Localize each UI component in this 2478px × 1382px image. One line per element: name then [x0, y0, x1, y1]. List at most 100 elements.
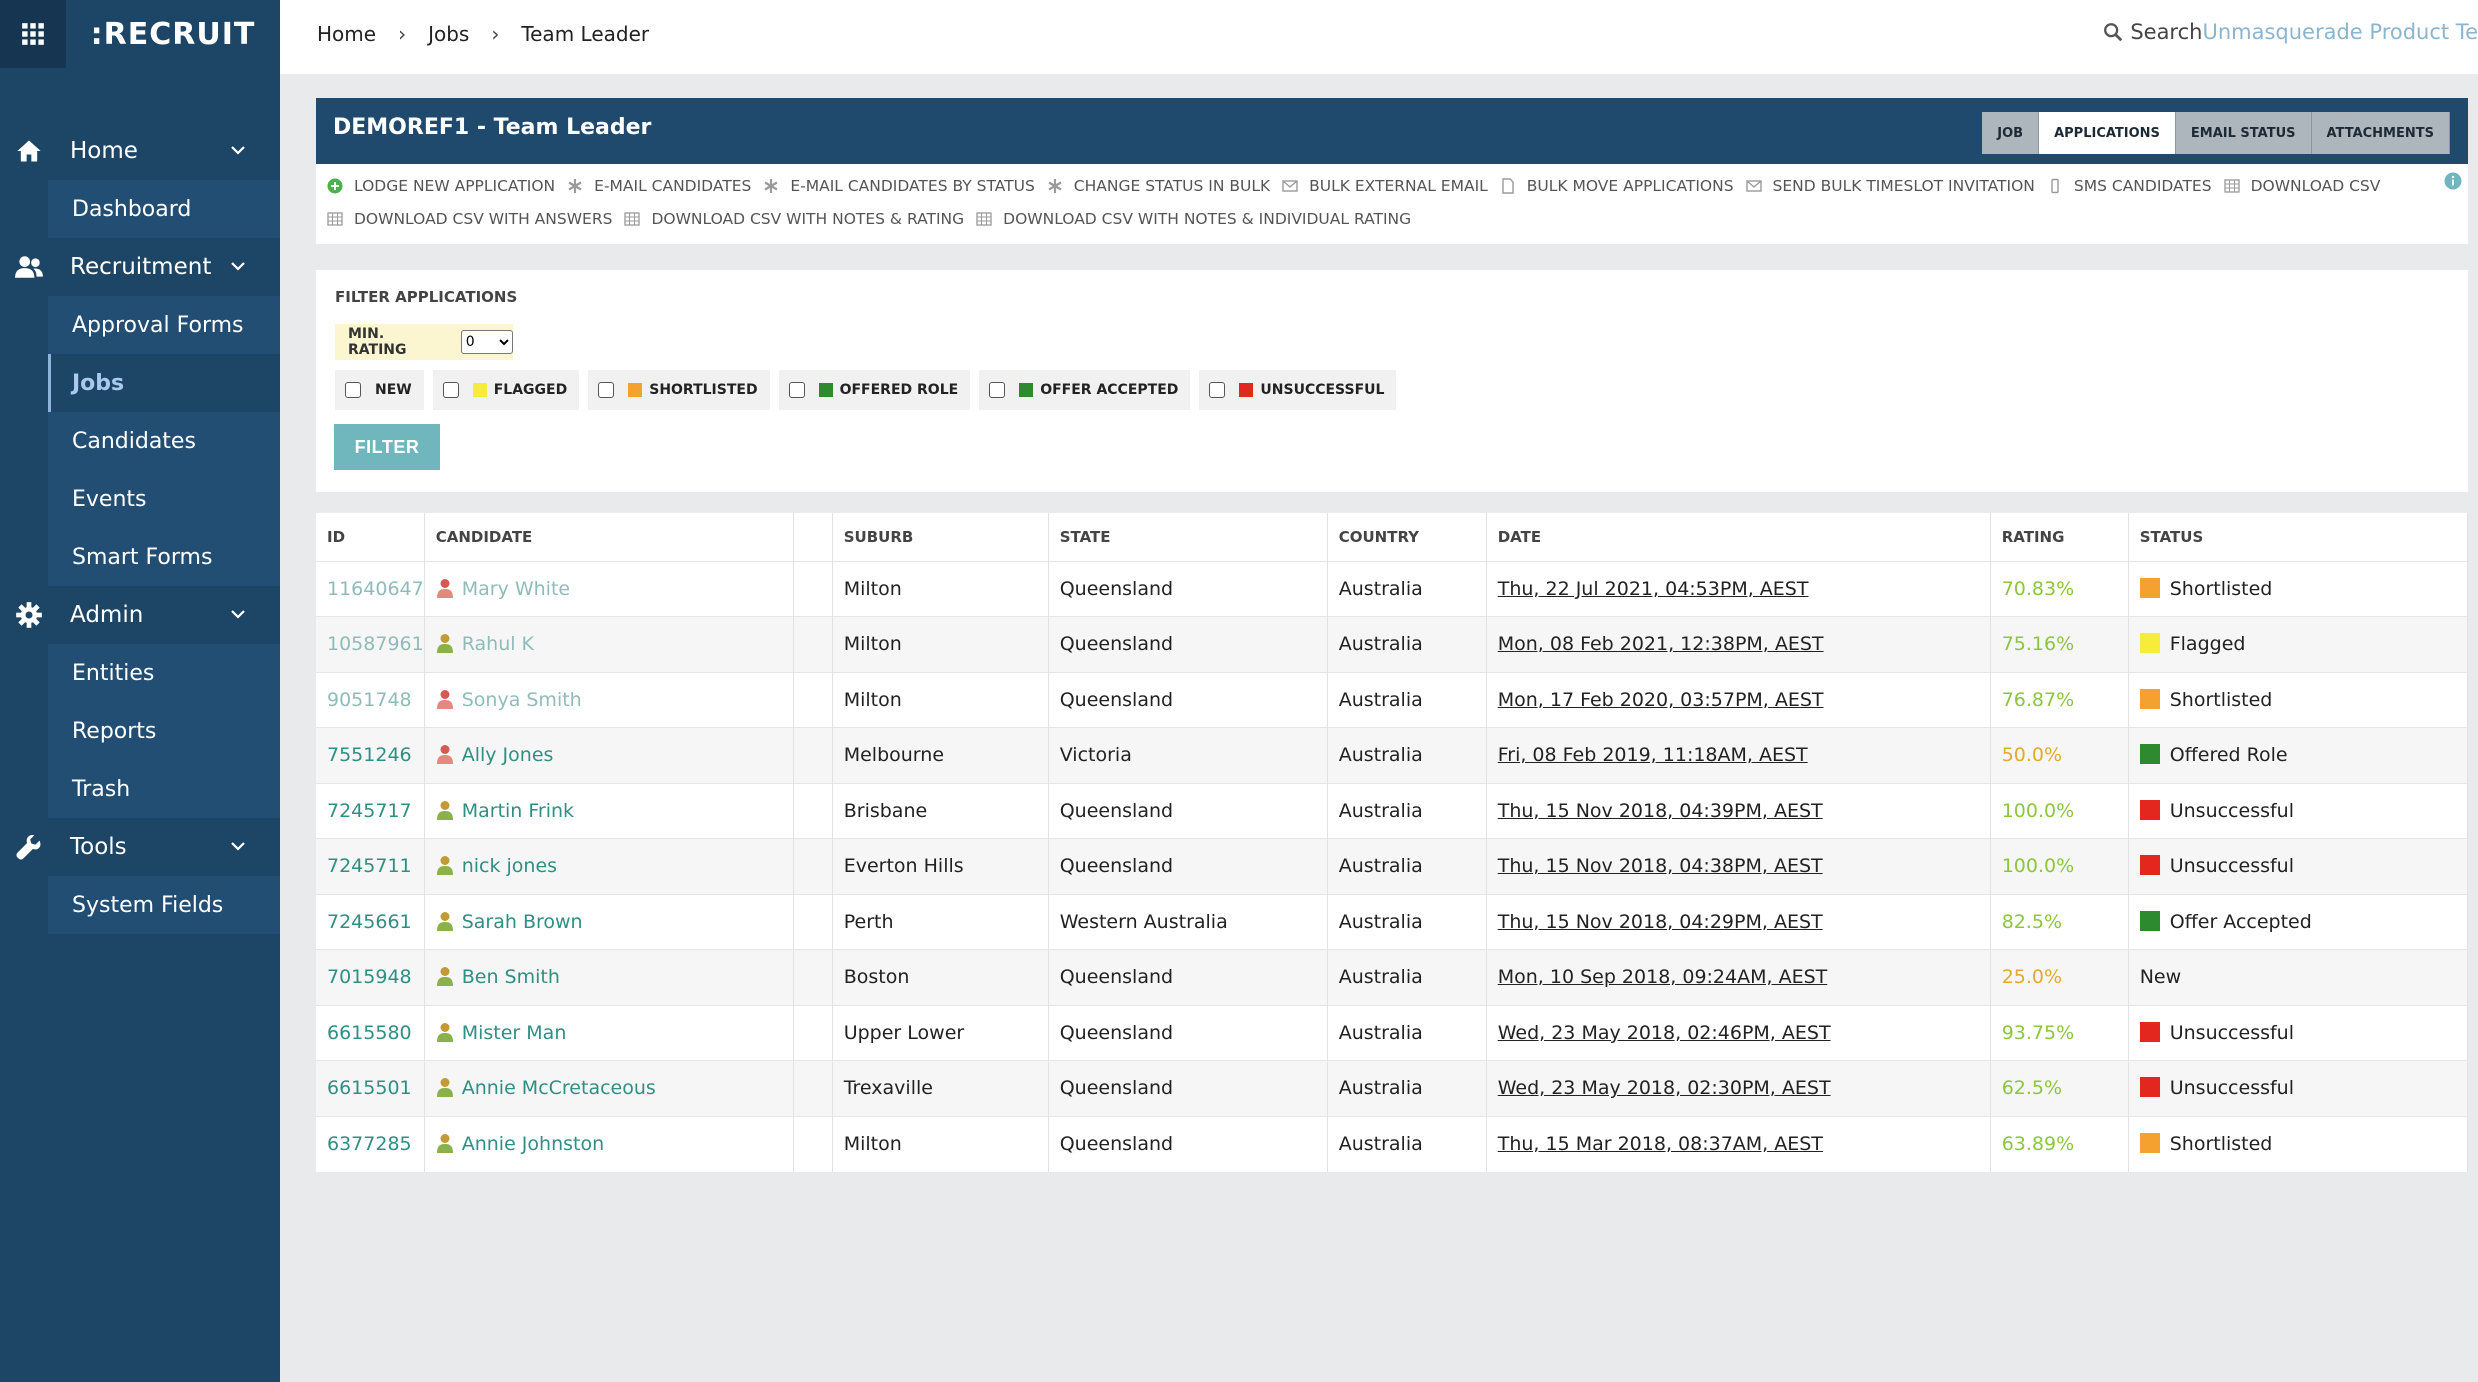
tab-job[interactable]: JOB — [1982, 112, 2040, 154]
global-search[interactable]: Search Unmasquerade Product Te — [2102, 20, 2478, 44]
candidate-link[interactable]: Annie McCretaceous — [436, 1077, 656, 1099]
candidate-link[interactable]: Mister Man — [436, 1022, 566, 1044]
action-change-status-in-bulk[interactable]: CHANGE STATUS IN BULK — [1047, 177, 1270, 195]
nav-section-home[interactable]: Home — [0, 122, 280, 180]
action-download-csv[interactable]: DOWNLOAD CSV — [2223, 177, 2380, 195]
project-switcher[interactable]: Unmasquerade Product Te — [2202, 20, 2478, 44]
chevron-down-icon[interactable] — [230, 258, 246, 274]
cell-blank — [793, 727, 833, 783]
column-header-rating[interactable]: RATING — [1990, 513, 2129, 561]
application-id-link[interactable]: 7551246 — [327, 744, 412, 766]
action-download-csv-with-notes-and-individual-rating[interactable]: DOWNLOAD CSV WITH NOTES & INDIVIDUAL RAT… — [976, 210, 1411, 228]
action-e-mail-candidates-by-status[interactable]: E-MAIL CANDIDATES BY STATUS — [763, 177, 1035, 195]
column-header-country[interactable]: COUNTRY — [1327, 513, 1487, 561]
application-id-link[interactable]: 11640647 — [327, 578, 424, 600]
app-logo[interactable]: :RECRUIT — [66, 0, 280, 68]
checkbox[interactable] — [788, 382, 805, 398]
application-id-link[interactable]: 7245711 — [327, 855, 412, 877]
column-header-state[interactable]: STATE — [1048, 513, 1328, 561]
action-sms-candidates[interactable]: SMS CANDIDATES — [2047, 177, 2212, 195]
date-link[interactable]: Thu, 22 Jul 2021, 04:53PM, AEST — [1498, 578, 1809, 600]
status-filter-flagged[interactable]: FLAGGED — [432, 370, 580, 410]
column-header-status[interactable]: STATUS — [2128, 513, 2469, 561]
tab-applications[interactable]: APPLICATIONS — [2039, 112, 2176, 154]
candidate-link[interactable]: Martin Frink — [436, 800, 574, 822]
checkbox[interactable] — [598, 382, 615, 398]
status-filter-shortlisted[interactable]: SHORTLISTED — [588, 370, 770, 410]
sidebar-item-system-fields[interactable]: System Fields — [48, 876, 280, 934]
candidate-link[interactable]: nick jones — [436, 855, 557, 877]
column-header-suburb[interactable]: SUBURB — [832, 513, 1049, 561]
date-link[interactable]: Fri, 08 Feb 2019, 11:18AM, AEST — [1498, 744, 1808, 766]
application-id-link[interactable]: 7245717 — [327, 800, 412, 822]
min-rating-select[interactable]: 0 — [460, 330, 513, 354]
candidate-link[interactable]: Mary White — [436, 578, 570, 600]
chevron-down-icon[interactable] — [230, 838, 246, 854]
application-id-link[interactable]: 6615501 — [327, 1077, 412, 1099]
action-send-bulk-timeslot-invitation[interactable]: SEND BULK TIMESLOT INVITATION — [1745, 177, 2035, 195]
application-id-link[interactable]: 7245661 — [327, 911, 412, 933]
tab-attachments[interactable]: ATTACHMENTS — [2311, 112, 2450, 154]
column-header-date[interactable]: DATE — [1486, 513, 1991, 561]
date-link[interactable]: Mon, 08 Feb 2021, 12:38PM, AEST — [1498, 633, 1824, 655]
checkbox[interactable] — [989, 382, 1006, 398]
date-link[interactable]: Thu, 15 Nov 2018, 04:39PM, AEST — [1498, 800, 1823, 822]
chevron-down-icon[interactable] — [230, 606, 246, 622]
sidebar-item-events[interactable]: Events — [48, 470, 280, 528]
checkbox[interactable] — [1209, 382, 1226, 398]
sidebar-item-reports[interactable]: Reports — [48, 702, 280, 760]
info-icon[interactable] — [2444, 172, 2462, 190]
file-icon — [1500, 178, 1527, 194]
date-link[interactable]: Thu, 15 Nov 2018, 04:29PM, AEST — [1498, 911, 1823, 933]
application-id-link[interactable]: 6615580 — [327, 1022, 412, 1044]
application-id-link[interactable]: 10587961 — [327, 633, 424, 655]
action-bulk-external-email[interactable]: BULK EXTERNAL EMAIL — [1282, 177, 1488, 195]
date-link[interactable]: Wed, 23 May 2018, 02:30PM, AEST — [1498, 1077, 1831, 1099]
status-filter-new[interactable]: NEW — [335, 370, 424, 410]
candidate-link[interactable]: Sonya Smith — [436, 689, 582, 711]
search-label[interactable]: Search — [2130, 20, 2202, 44]
candidate-link[interactable]: Annie Johnston — [436, 1133, 604, 1155]
candidate-link[interactable]: Sarah Brown — [436, 911, 583, 933]
action-download-csv-with-notes-and-rating[interactable]: DOWNLOAD CSV WITH NOTES & RATING — [624, 210, 964, 228]
action-bulk-move-applications[interactable]: BULK MOVE APPLICATIONS — [1500, 177, 1734, 195]
sidebar-item-dashboard[interactable]: Dashboard — [48, 180, 280, 238]
date-link[interactable]: Thu, 15 Nov 2018, 04:38PM, AEST — [1498, 855, 1823, 877]
breadcrumb-jobs[interactable]: Jobs — [428, 22, 469, 46]
action-download-csv-with-answers[interactable]: DOWNLOAD CSV WITH ANSWERS — [327, 210, 612, 228]
filter-button[interactable]: FILTER — [334, 424, 440, 470]
breadcrumb-home[interactable]: Home — [317, 22, 376, 46]
status-filter-offered-role[interactable]: OFFERED ROLE — [778, 370, 971, 410]
checkbox[interactable] — [345, 382, 361, 398]
status-filter-offer-accepted[interactable]: OFFER ACCEPTED — [979, 370, 1191, 410]
date-link[interactable]: Wed, 23 May 2018, 02:46PM, AEST — [1498, 1022, 1831, 1044]
candidate-link[interactable]: Ben Smith — [436, 966, 560, 988]
sidebar-item-candidates[interactable]: Candidates — [48, 412, 280, 470]
sidebar-item-entities[interactable]: Entities — [48, 644, 280, 702]
application-id-link[interactable]: 6377285 — [327, 1133, 412, 1155]
action-e-mail-candidates[interactable]: E-MAIL CANDIDATES — [567, 177, 751, 195]
candidate-link[interactable]: Ally Jones — [436, 744, 553, 766]
date-link[interactable]: Mon, 10 Sep 2018, 09:24AM, AEST — [1498, 966, 1828, 988]
nav-section-recruitment[interactable]: Recruitment — [0, 238, 280, 296]
checkbox[interactable] — [442, 382, 459, 398]
status-filter-unsuccessful[interactable]: UNSUCCESSFUL — [1199, 370, 1397, 410]
sidebar-item-smart-forms[interactable]: Smart Forms — [48, 528, 280, 586]
nav-section-admin[interactable]: Admin — [0, 586, 280, 644]
column-header-id[interactable]: ID — [316, 513, 425, 561]
candidate-link[interactable]: Rahul K — [436, 633, 534, 655]
sidebar-item-trash[interactable]: Trash — [48, 760, 280, 818]
app-grid-button[interactable] — [0, 0, 66, 68]
date-link[interactable]: Mon, 17 Feb 2020, 03:57PM, AEST — [1498, 689, 1824, 711]
date-link[interactable]: Thu, 15 Mar 2018, 08:37AM, AEST — [1498, 1133, 1823, 1155]
sidebar-item-approval-forms[interactable]: Approval Forms — [48, 296, 280, 354]
column-header-candidate[interactable]: CANDIDATE — [424, 513, 794, 561]
sidebar-item-jobs[interactable]: Jobs — [48, 354, 280, 412]
application-id-link[interactable]: 7015948 — [327, 966, 412, 988]
chevron-down-icon[interactable] — [230, 142, 246, 158]
nav-section-tools[interactable]: Tools — [0, 818, 280, 876]
tab-email-status[interactable]: EMAIL STATUS — [2175, 112, 2312, 154]
application-id-link[interactable]: 9051748 — [327, 689, 412, 711]
asterisk-icon — [1047, 178, 1074, 194]
action-lodge-new-application[interactable]: LODGE NEW APPLICATION — [327, 177, 555, 195]
